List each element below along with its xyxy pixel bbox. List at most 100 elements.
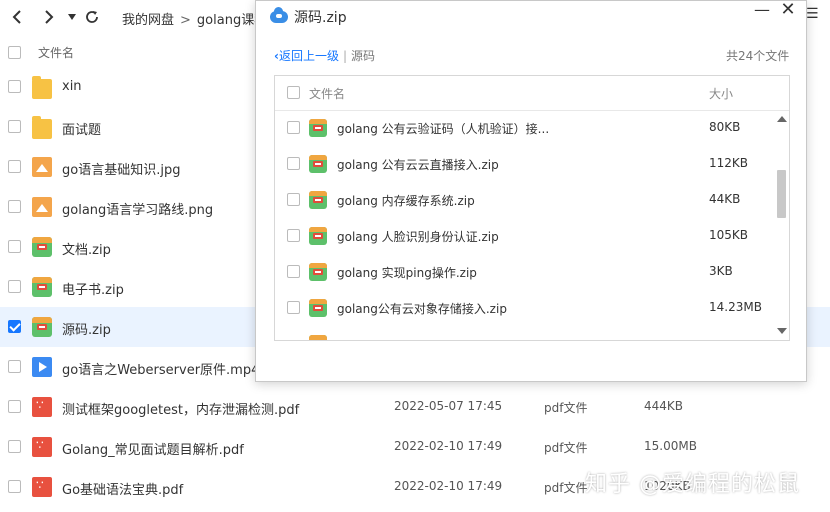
archive-file-row[interactable]: golang 人脸识别身份认证.zip 105KB [275,218,775,254]
zip-icon [309,119,327,137]
file-name[interactable]: xin [62,79,82,94]
file-name[interactable]: 电子书.zip [62,279,124,298]
file-date: 2022-05-07 17:45 [394,399,503,413]
back-to-parent-link[interactable]: ‹返回上一级 [274,49,339,63]
archive-file-name[interactable]: golang 人脸识别身份认证.zip [337,228,499,245]
row-checkbox[interactable] [8,160,21,173]
file-date: 2022-02-10 17:49 [394,479,503,493]
archive-file-size: 112KB [709,156,749,170]
triangle-down-icon [68,14,76,20]
folder-icon [32,116,52,139]
archive-file-name[interactable]: golang 公有云云直播接入.zip [337,156,499,173]
archive-file-size: 80KB [709,120,741,134]
file-type: pdf文件 [544,481,588,495]
minimize-button[interactable]: — [753,0,771,21]
archive-file-size: 105KB [709,228,749,242]
file-name[interactable]: 源码.zip [62,319,111,338]
zip-icon [309,227,327,245]
close-icon: ✕ [780,0,796,20]
file-name[interactable]: go语言基础知识.jpg [62,159,180,178]
chevron-right-icon: > [180,13,191,28]
row-checkbox[interactable] [8,200,21,213]
row-checkbox[interactable] [8,120,21,133]
row-checkbox[interactable] [8,400,21,413]
select-all-checkbox[interactable] [8,46,21,59]
dialog-title-bar: 源码.zip [270,7,347,27]
pdf-icon [32,437,52,457]
breadcrumb-item-root[interactable]: 我的网盘 [122,13,174,28]
file-name[interactable]: 面试题 [62,119,101,138]
file-type: pdf文件 [544,441,588,455]
archive-file-list: 文件名 大小 golang 公有云验证码（人机验证）接... 80KB golang… [274,75,790,341]
image-icon [32,197,52,217]
current-folder-label: 源码 [351,49,376,63]
archive-list-header: 文件名 大小 [275,76,789,111]
file-size: 444KB [644,399,684,413]
file-count-label: 共24个文件 [726,49,790,63]
dialog-breadcrumb: ‹返回上一级 | 源码 [274,47,375,64]
zip-icon [309,155,327,173]
row-checkbox[interactable] [8,440,21,453]
file-name[interactable]: go语言之Weberserver原件.mp4 [62,359,259,378]
scroll-up-arrow-icon[interactable] [777,116,787,122]
column-header-size[interactable]: 大小 [709,85,733,102]
archive-select-all-checkbox[interactable] [287,86,300,99]
archive-file-row[interactable]: golang 公有云验证码（人机验证）接... 80KB [275,110,775,146]
video-icon [32,357,52,377]
archive-row-checkbox[interactable] [287,193,300,206]
back-to-parent-label: 返回上一级 [278,49,339,63]
history-dropdown-button[interactable] [61,6,83,28]
list-view-icon[interactable]: ☰ [806,6,819,22]
archive-file-row[interactable]: golang公有云对象存储接入.zip 14.23MB [275,290,775,326]
archive-row-checkbox[interactable] [287,229,300,242]
row-checkbox[interactable] [8,280,21,293]
zip-icon [309,191,327,209]
column-header-name[interactable]: 文件名 [38,44,74,61]
archive-file-name[interactable]: golang 内存缓存系统.zip [337,192,475,209]
dialog-title: 源码.zip [294,10,347,26]
close-button[interactable]: ✕ [779,1,797,19]
zip-icon [309,335,327,340]
row-checkbox[interactable] [8,360,21,373]
row-checkbox[interactable] [8,480,21,493]
row-checkbox[interactable] [8,240,21,253]
archive-file-name[interactable]: golang 实现ping操作.zip [337,264,477,281]
row-checkbox[interactable] [8,320,21,333]
minimize-icon: — [754,0,770,19]
refresh-button[interactable] [81,6,103,28]
archive-file-row[interactable]: golang 公有云云直播接入.zip 112KB [275,146,775,182]
archive-file-name[interactable]: golang 公有云验证码（人机验证）接... [337,120,549,137]
back-button[interactable] [6,6,28,28]
cloud-icon [270,7,288,23]
file-name[interactable]: golang语言学习路线.png [62,199,213,218]
row-checkbox[interactable] [8,80,21,93]
file-name[interactable]: Go基础语法宝典.pdf [62,479,183,498]
watermark: 知乎 @爱编程的松鼠 [585,472,800,497]
archive-row-checkbox[interactable] [287,157,300,170]
column-header-name[interactable]: 文件名 [309,85,345,102]
file-name[interactable]: 测试框架googletest，内存泄漏检测.pdf [62,399,299,418]
archive-file-name[interactable]: golang公有云对象存储接入.zip [337,300,507,317]
file-date: 2022-02-10 17:49 [394,439,503,453]
archive-file-row[interactable]: golang 内存缓存系统.zip 44KB [275,182,775,218]
archive-row-checkbox[interactable] [287,265,300,278]
file-type: pdf文件 [544,401,588,415]
file-name[interactable]: 文档.zip [62,239,111,258]
file-row[interactable]: 测试框架googletest，内存泄漏检测.pdf 2022-05-07 17:4… [0,387,830,427]
archive-row-checkbox[interactable] [287,301,300,314]
archive-row-checkbox[interactable] [287,121,300,134]
refresh-icon [86,11,98,23]
file-name[interactable]: Golang_常见面试题目解析.pdf [62,439,244,458]
archive-row-partial [275,326,775,340]
file-row[interactable]: Golang_常见面试题目解析.pdf 2022-02-10 17:49 pdf文件… [0,427,830,467]
archive-file-size: 3KB [709,264,733,278]
zip-icon [32,317,52,337]
pdf-icon [32,397,52,417]
zip-icon [32,277,52,297]
scroll-down-arrow-icon[interactable] [777,328,787,334]
archive-scrollbar[interactable] [775,110,789,340]
zip-icon [32,237,52,257]
scroll-thumb[interactable] [777,170,786,218]
archive-file-row[interactable]: golang 实现ping操作.zip 3KB [275,254,775,290]
forward-button[interactable] [38,6,60,28]
